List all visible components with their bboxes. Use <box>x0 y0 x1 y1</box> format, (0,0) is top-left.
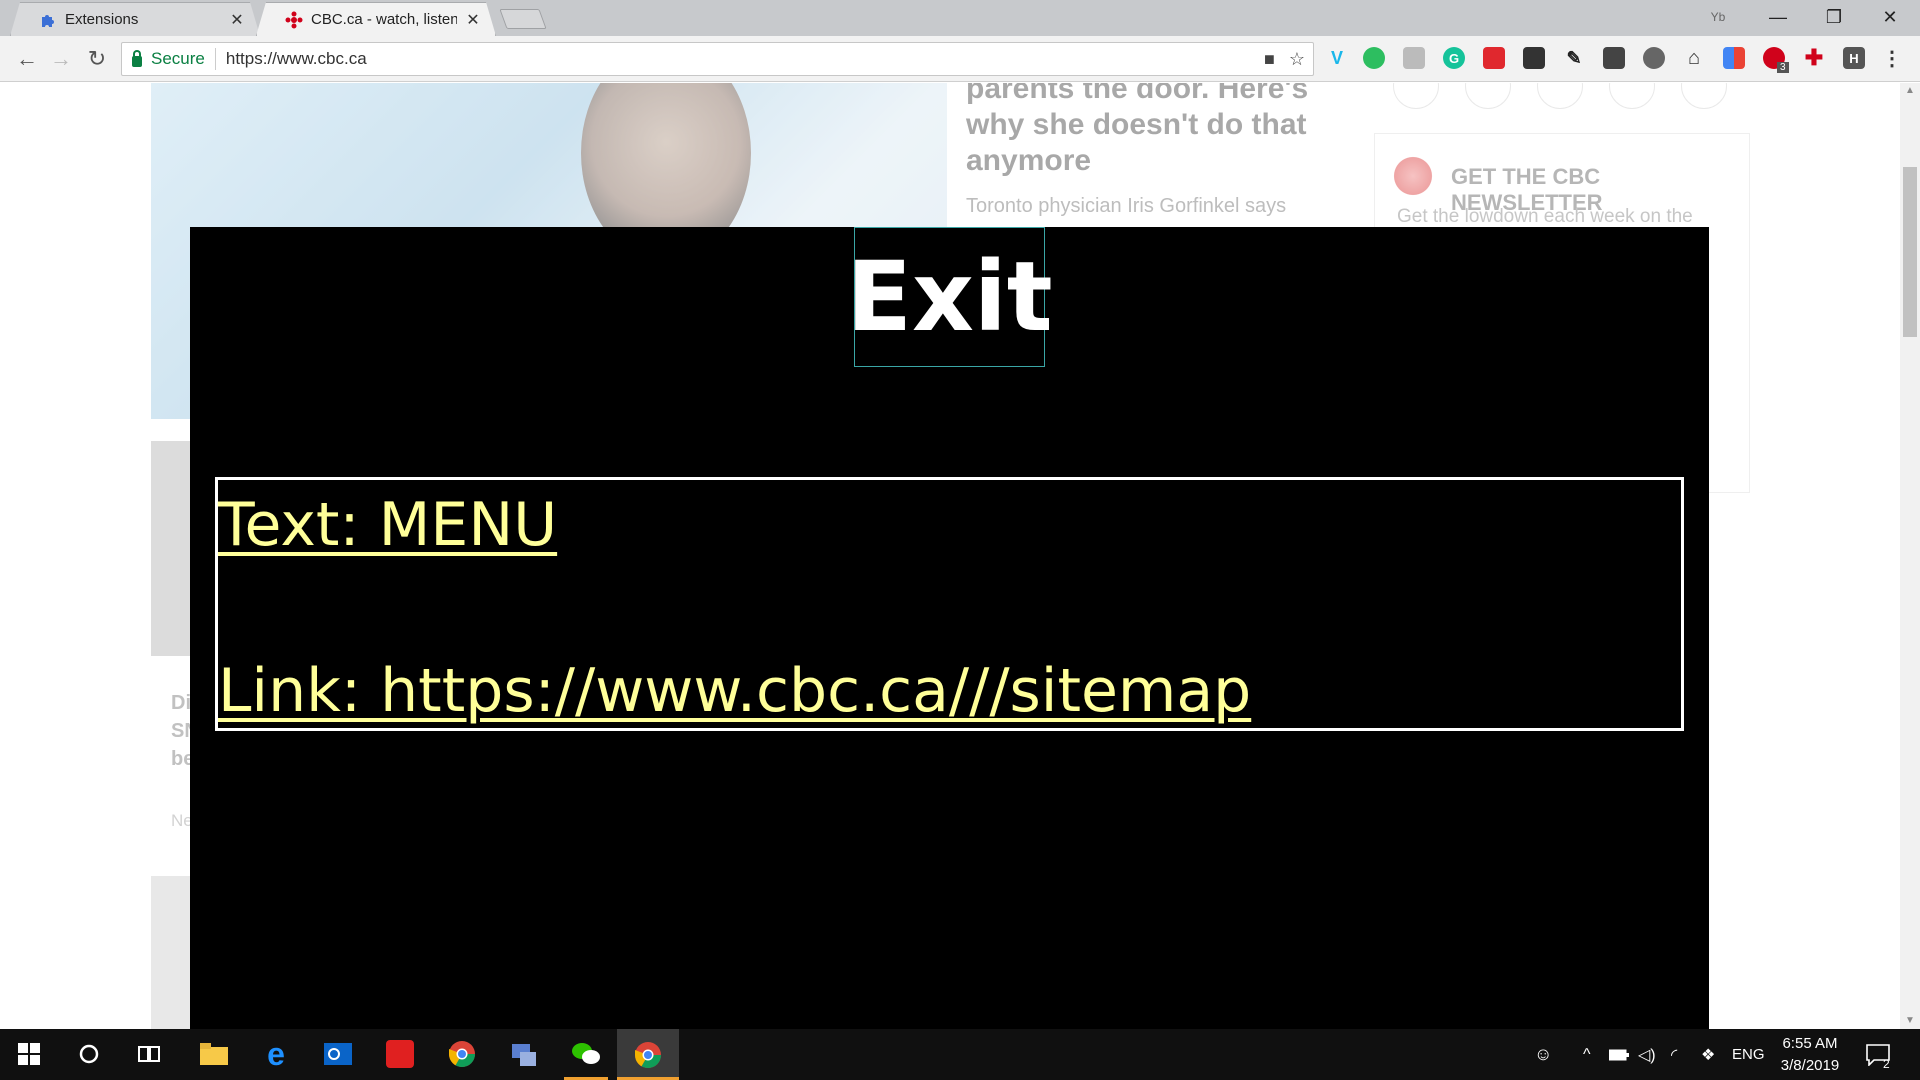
pocket-extension-icon[interactable] <box>1523 47 1545 69</box>
extension-badge: 3 <box>1777 62 1789 73</box>
bird-extension-icon[interactable]: ✎ <box>1563 47 1585 69</box>
page-scrollbar[interactable]: ▲ ▼ <box>1900 83 1920 1029</box>
exit-button[interactable]: Exit <box>846 227 1053 367</box>
clock-date: 3/8/2019 <box>1780 1057 1840 1074</box>
chrome-menu-icon[interactable]: ⋮ <box>1881 47 1903 70</box>
grammarly-extension-icon[interactable]: G <box>1443 47 1465 69</box>
chrome-icon[interactable] <box>445 1037 479 1071</box>
windows-start-icon[interactable] <box>12 1037 46 1071</box>
lock-icon <box>132 49 142 67</box>
bookmark-star-icon[interactable]: ☆ <box>1289 49 1305 70</box>
battery-icon[interactable] <box>1609 1029 1629 1080</box>
forward-button[interactable]: → <box>46 44 76 74</box>
element-text-line[interactable]: Text: MENU <box>218 490 557 560</box>
close-tab-icon[interactable]: ✕ <box>229 10 245 30</box>
tab-title: CBC.ca - watch, listen, an <box>311 11 457 28</box>
action-center-icon[interactable] <box>1866 1029 1890 1080</box>
task-view-icon[interactable] <box>132 1037 166 1071</box>
address-bar[interactable]: Secure https://www.cbc.ca ■ ☆ <box>121 42 1314 76</box>
back-button[interactable]: ← <box>12 44 42 74</box>
accessibility-overlay: Exit Text: MENU Link: https://www.cbc.ca… <box>190 227 1709 1029</box>
dropbox-icon[interactable]: ❖ <box>1701 1029 1715 1080</box>
close-tab-icon[interactable]: ✕ <box>465 10 481 30</box>
tab-strip: Extensions ✕ CBC.ca - watch, listen, an … <box>0 0 1920 36</box>
wifi-icon[interactable]: ◜ <box>1671 1029 1677 1080</box>
location-extension-icon[interactable] <box>1603 47 1625 69</box>
cortana-search-icon[interactable] <box>72 1037 106 1071</box>
restore-button[interactable]: ❐ <box>1806 0 1862 34</box>
show-hidden-icons-chevron[interactable]: ^ <box>1583 1029 1591 1080</box>
volume-icon[interactable]: ◁) <box>1638 1029 1656 1080</box>
secure-label: Secure <box>151 49 205 68</box>
notification-count: 2 <box>1883 1057 1890 1071</box>
edge-icon[interactable]: e <box>259 1036 293 1072</box>
globe-extension-icon[interactable] <box>1643 47 1665 69</box>
chrome-active-icon[interactable] <box>617 1029 679 1080</box>
scroll-thumb[interactable] <box>1903 167 1917 337</box>
wechat-icon[interactable] <box>569 1037 603 1071</box>
omnibox-divider <box>214 48 216 70</box>
camera-icon[interactable]: ■ <box>1264 49 1275 70</box>
browser-toolbar: ← → ↻ Secure https://www.cbc.ca ■ ☆ V G … <box>0 36 1920 82</box>
windows-taskbar: e ☺ ^ ◁) ◜ ❖ ENG 6:55 AM 3/8/2019 2 <box>0 1029 1920 1080</box>
profile-button[interactable]: Yb <box>1690 0 1746 34</box>
puzzle-icon <box>39 11 57 29</box>
tab-title: Extensions <box>65 11 139 28</box>
google-extension-icon[interactable] <box>1723 47 1745 69</box>
cbc-gem-icon <box>285 11 303 29</box>
cross-extension-icon[interactable]: ✚ <box>1803 45 1825 70</box>
vimeo-extension-icon[interactable]: V <box>1326 47 1348 69</box>
tab-cbc[interactable]: CBC.ca - watch, listen, an ✕ <box>256 2 496 36</box>
reader-extension-icon[interactable] <box>1403 47 1425 69</box>
h-extension-icon[interactable]: H <box>1843 47 1865 69</box>
element-link-line[interactable]: Link: https://www.cbc.ca///sitemap <box>218 656 1251 726</box>
new-tab-button[interactable] <box>499 9 547 29</box>
scroll-down-icon[interactable]: ▼ <box>1904 1015 1916 1027</box>
file-explorer-icon[interactable] <box>197 1037 231 1071</box>
evernote-extension-icon[interactable] <box>1363 47 1385 69</box>
element-info-box: Text: MENU Link: https://www.cbc.ca///si… <box>215 477 1684 731</box>
tab-extensions[interactable]: Extensions ✕ <box>10 2 260 36</box>
scroll-up-icon[interactable]: ▲ <box>1904 85 1916 97</box>
clock-time: 6:55 AM <box>1782 1035 1838 1052</box>
red-extension-icon[interactable] <box>1483 47 1505 69</box>
url-text[interactable]: https://www.cbc.ca <box>226 49 367 69</box>
people-icon[interactable]: ☺ <box>1534 1029 1552 1080</box>
secure-indicator[interactable]: Secure <box>122 49 205 69</box>
minimize-button[interactable]: — <box>1750 0 1806 34</box>
system-clock[interactable]: 6:55 AM 3/8/2019 <box>1760 1033 1860 1077</box>
youdao-icon[interactable] <box>383 1037 417 1071</box>
outlook-icon[interactable] <box>321 1037 355 1071</box>
close-window-button[interactable]: ✕ <box>1862 0 1918 34</box>
home-extension-icon[interactable]: ⌂ <box>1683 47 1705 69</box>
reload-button[interactable]: ↻ <box>82 44 112 74</box>
network-app-icon[interactable] <box>507 1037 541 1071</box>
